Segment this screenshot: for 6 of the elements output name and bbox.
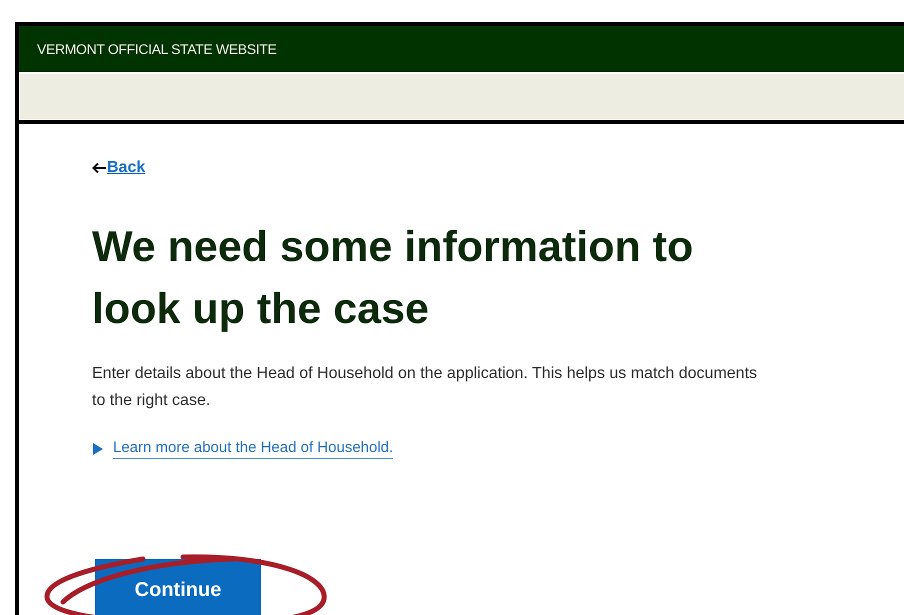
- back-link[interactable]: Back: [92, 156, 146, 180]
- intro-text: Enter details about the Head of Household on the application. This helps us match documents to the right case.: [92, 364, 758, 411]
- back-arrow-icon: [92, 162, 107, 174]
- page-heading: We need some information to look up the case: [92, 222, 694, 335]
- details-toggle[interactable]: Learn more about the Head of Household.: [92, 438, 394, 459]
- banner-title: VERMONT OFFICIAL STATE WEBSITE: [37, 40, 276, 58]
